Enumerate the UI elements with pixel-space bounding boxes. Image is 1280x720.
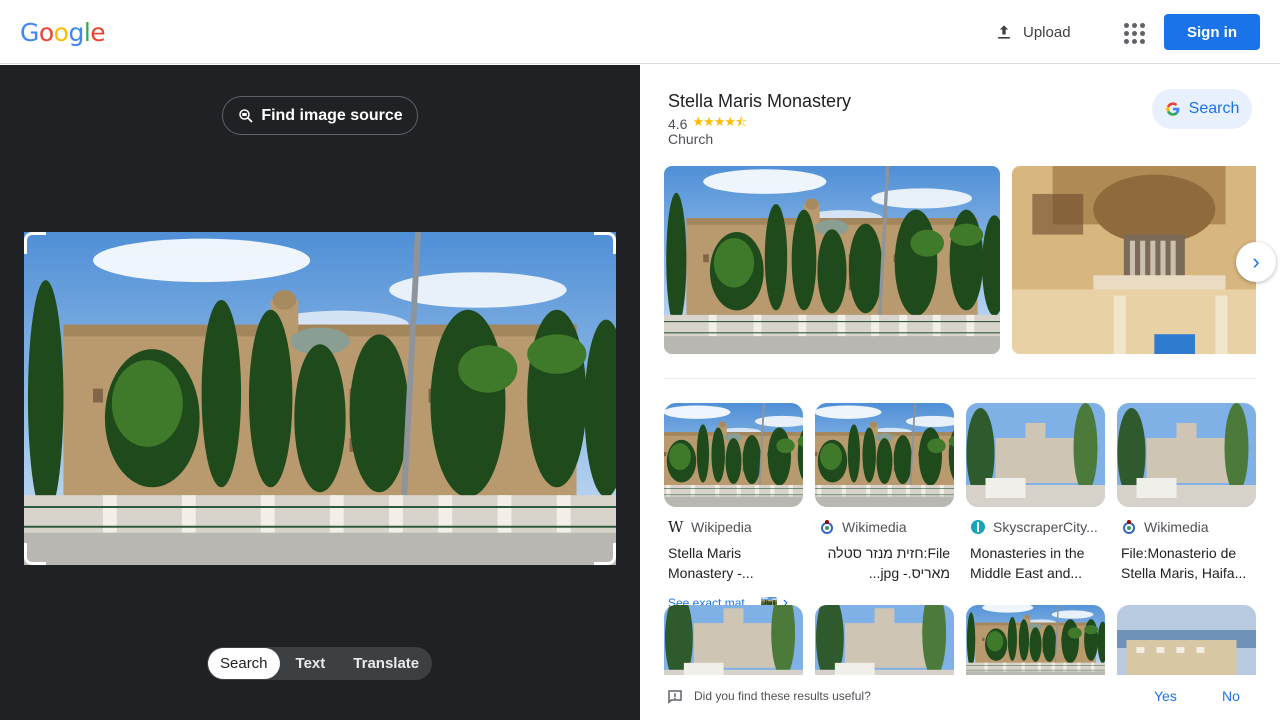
- image-search-icon: [239, 108, 253, 123]
- crop-handle-top-left[interactable]: [24, 232, 46, 254]
- logo-letter: o: [53, 18, 69, 47]
- results-pane: Stella Maris Monastery 4.6 ★★★★⯪ Church …: [640, 65, 1280, 720]
- upload-button[interactable]: Upload: [984, 14, 1084, 50]
- knowledge-panel-title[interactable]: Stella Maris Monastery: [668, 91, 851, 112]
- crop-handle-top-right[interactable]: [594, 232, 616, 254]
- upload-icon: [998, 25, 1010, 39]
- visual-match-thumbnail[interactable]: [664, 605, 803, 675]
- logo-letter: e: [90, 18, 106, 47]
- visual-match-card[interactable]: Wikimedia File:Monasterio de Stella Mari…: [1117, 403, 1256, 583]
- skyscrapercity-icon: [971, 520, 985, 534]
- match-thumbnail: [1117, 403, 1256, 507]
- crop-handle-bottom-left[interactable]: [24, 543, 46, 565]
- query-image[interactable]: [24, 232, 616, 565]
- feedback-icon: [668, 690, 682, 705]
- lens-mode-switch: Search Text Translate: [207, 647, 432, 680]
- match-source: SkyscraperCity...: [970, 519, 1105, 535]
- match-thumbnail: [664, 403, 803, 507]
- visual-match-card[interactable]: Wikimedia File:חזית מנזר סטלה מאריס.- jp…: [815, 403, 954, 583]
- wikipedia-icon: W: [668, 518, 684, 536]
- knowledge-panel-image[interactable]: [664, 166, 1000, 354]
- apps-grid-icon[interactable]: [1116, 16, 1148, 48]
- match-title: File:Monasterio de Stella Maris, Haifa..…: [1121, 545, 1247, 581]
- match-source-name: Wikimedia: [842, 519, 907, 535]
- top-bar: Google Upload Sign in: [0, 0, 1280, 64]
- feedback-yes-button[interactable]: Yes: [1154, 688, 1177, 704]
- match-title: Stella Maris Monastery -...: [668, 545, 754, 581]
- logo-letter: o: [38, 18, 54, 47]
- visual-match-card[interactable]: W Wikipedia Stella Maris Monastery -...: [664, 403, 803, 583]
- match-thumbnail: [966, 403, 1105, 507]
- google-search-label: Search: [1188, 100, 1240, 117]
- logo-letter: G: [20, 18, 39, 47]
- knowledge-panel-image[interactable]: [1012, 166, 1256, 354]
- place-type: Church: [668, 131, 714, 147]
- divider: [664, 378, 1256, 379]
- find-image-source-button[interactable]: Find image source: [222, 96, 418, 135]
- google-search-button[interactable]: Search: [1152, 89, 1252, 129]
- google-logo[interactable]: Google: [20, 18, 106, 48]
- mode-tab-translate[interactable]: Translate: [341, 648, 431, 679]
- feedback-bar: Did you find these results useful? Yes N…: [640, 675, 1280, 720]
- match-title: Monasteries in the Middle East and...: [970, 545, 1085, 581]
- google-g-icon: [1165, 102, 1180, 116]
- match-thumbnail: [815, 403, 954, 507]
- wikimedia-icon: [821, 520, 833, 534]
- chevron-right-icon[interactable]: ›: [1236, 242, 1276, 282]
- wikimedia-icon: [1123, 520, 1135, 534]
- visual-match-card[interactable]: SkyscraperCity... Monasteries in the Mid…: [966, 403, 1105, 583]
- rating-value: 4.6: [668, 116, 688, 132]
- match-source-name: Wikimedia: [1144, 519, 1209, 535]
- feedback-question: Did you find these results useful?: [694, 689, 871, 703]
- kp-photo-interior: [1012, 166, 1256, 354]
- match-source: W Wikipedia: [668, 519, 803, 535]
- mode-tab-text[interactable]: Text: [280, 648, 342, 679]
- match-source: Wikimedia: [819, 519, 954, 535]
- visual-match-thumbnail[interactable]: [1117, 605, 1256, 675]
- visual-match-thumbnail[interactable]: [966, 605, 1105, 675]
- match-source: Wikimedia: [1121, 519, 1256, 535]
- query-image-pane: Find image source Search Text Translate: [0, 65, 640, 720]
- match-source-name: Wikipedia: [691, 519, 752, 535]
- feedback-no-button[interactable]: No: [1222, 688, 1240, 704]
- upload-label: Upload: [1023, 23, 1071, 41]
- visual-match-thumbnail[interactable]: [815, 605, 954, 675]
- crop-handle-bottom-right[interactable]: [594, 543, 616, 565]
- logo-letter: g: [68, 18, 84, 47]
- find-image-source-label: Find image source: [261, 106, 403, 124]
- match-source-name: SkyscraperCity...: [993, 519, 1098, 535]
- sign-in-button[interactable]: Sign in: [1164, 14, 1260, 50]
- match-title: File:חזית מנזר סטלה מאריס.- jpg...: [827, 545, 950, 581]
- query-photo: [24, 232, 616, 565]
- mode-tab-search[interactable]: Search: [208, 648, 280, 679]
- kp-photo-exterior: [664, 166, 1000, 354]
